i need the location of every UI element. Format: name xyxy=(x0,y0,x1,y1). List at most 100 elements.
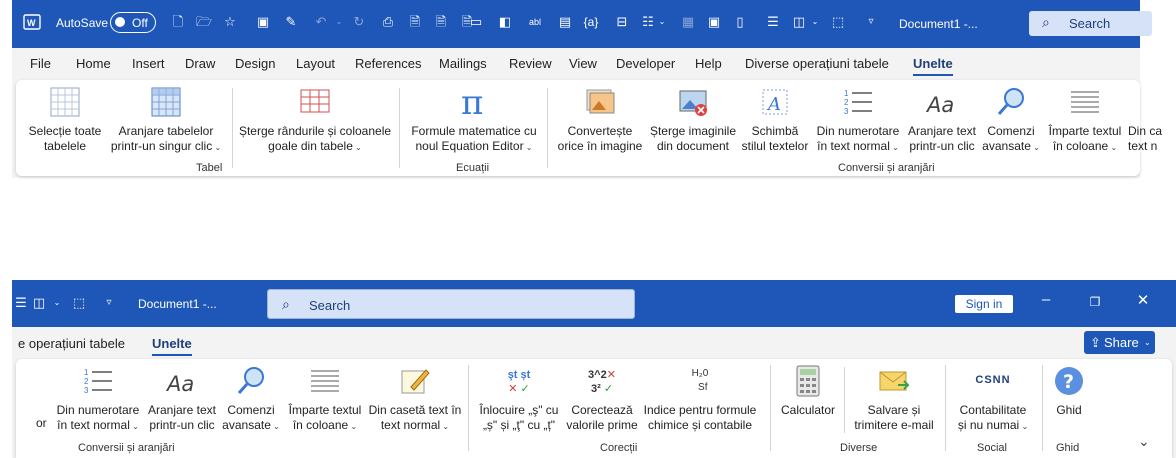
arrange-tables-button[interactable]: Aranjare tabelelor printr-un singur clic … xyxy=(108,86,224,155)
arrange-text-button[interactable]: Aa Aranjare text printr-un clic xyxy=(904,86,980,154)
chemical-index-button[interactable]: H₂0 Sf Indice pentru formule chimice și c… xyxy=(640,365,760,433)
svg-text:2: 2 xyxy=(84,377,89,386)
restore-icon[interactable]: ❐ xyxy=(1085,295,1105,309)
guide-button[interactable]: ? Ghid xyxy=(1046,365,1092,418)
tab-insert[interactable]: Insert xyxy=(132,56,165,71)
save-as-icon[interactable]: ✎ xyxy=(282,13,300,31)
group-label-conversii: Conversii și aranjări xyxy=(78,442,175,454)
numbering-to-text-button[interactable]: 123 Din numerotare în text normal ⌄ xyxy=(52,365,144,434)
svg-text:3: 3 xyxy=(84,386,89,395)
save-send-email-button[interactable]: Salvare și trimitere e-mail xyxy=(848,365,940,433)
word-art-icon[interactable]: ◧ xyxy=(496,13,514,31)
form-icon[interactable]: ▣ xyxy=(705,13,723,31)
tab-mailings[interactable]: Mailings xyxy=(439,56,487,71)
list-icon[interactable]: ☰ xyxy=(12,294,30,312)
customize-qat-icon[interactable]: ▿ xyxy=(862,13,880,31)
math-formulas-button[interactable]: π Formule matematice cu noul Equation Edi… xyxy=(404,86,544,155)
screen-select-icon[interactable]: ⬚ xyxy=(70,294,88,312)
folder-icon[interactable]: ▭ xyxy=(467,13,485,31)
customize-qat-icon[interactable]: ▿ xyxy=(100,294,118,312)
toggle-knob xyxy=(115,17,125,27)
chevron-down-icon: ⌄ xyxy=(1108,143,1118,152)
grid-icon[interactable]: ▦ xyxy=(679,13,697,31)
split-columns-button[interactable]: Împarte textul în coloane ⌄ xyxy=(1042,86,1128,155)
group-label-corectii: Corecții xyxy=(600,442,638,454)
search-box-top[interactable]: ⌕ Search xyxy=(1029,11,1152,36)
tab-file[interactable]: File xyxy=(30,56,51,71)
text-font-icon: Aa xyxy=(166,372,194,396)
delete-empty-rows-button[interactable]: Șterge rândurile și coloanele goale din t… xyxy=(236,86,394,155)
spelling-dropdown-icon[interactable]: ⌄ xyxy=(653,13,671,31)
tab-layout[interactable]: Layout xyxy=(296,56,335,71)
autosave-label: AutoSave xyxy=(56,16,109,30)
new-document-icon[interactable]: 🗋 xyxy=(169,13,187,31)
columns-dropdown-icon[interactable]: ⌄ xyxy=(806,13,824,31)
advanced-commands-button[interactable]: Comenzi avansate ⌄ xyxy=(220,365,282,434)
ribbon-panel-bottom: or 123 Din numerotare în text normal ⌄ Aa… xyxy=(16,359,1172,458)
list-icon[interactable]: ☰ xyxy=(764,13,782,31)
text-field-icon[interactable]: abl xyxy=(526,13,544,31)
page-icon[interactable]: ▯ xyxy=(731,13,749,31)
tab-help[interactable]: Help xyxy=(695,56,722,71)
favorites-icon[interactable]: ☆ xyxy=(221,13,239,31)
numbering-to-text-button[interactable]: 123 Din numerotare în text normal ⌄ xyxy=(812,86,904,155)
delete-images-button[interactable]: Șterge imaginile din document xyxy=(648,86,738,154)
convert-to-image-button[interactable]: Convertește orice în imagine xyxy=(552,86,648,154)
autosave-toggle[interactable]: Off xyxy=(110,12,156,33)
select-all-tables-button[interactable]: Selecție toate tabelele xyxy=(22,86,108,154)
print-preview-icon[interactable]: ⎙ xyxy=(379,13,397,31)
advanced-commands-button[interactable]: Comenzi avansate ⌄ xyxy=(980,86,1042,155)
tab-review[interactable]: Review xyxy=(509,56,552,71)
textbox-to-text-button[interactable]: Din casetă text în text normal ⌄ xyxy=(368,365,462,434)
screen-select-icon[interactable]: ⬚ xyxy=(829,13,847,31)
document-title: Document1 -... xyxy=(138,297,217,311)
minimize-icon[interactable]: – xyxy=(1036,291,1056,308)
tab-draw[interactable]: Draw xyxy=(185,56,215,71)
svg-text:1: 1 xyxy=(844,89,849,98)
svg-text:Aa: Aa xyxy=(166,372,194,396)
tab-unelte[interactable]: Unelte xyxy=(913,56,953,76)
tab-view[interactable]: View xyxy=(569,56,597,71)
tab-developer[interactable]: Developer xyxy=(616,56,675,71)
tab-unelte[interactable]: Unelte xyxy=(152,336,192,356)
undo-dropdown-icon[interactable]: ⌄ xyxy=(330,13,348,31)
group-separator xyxy=(1042,365,1043,451)
group-label-social: Social xyxy=(977,442,1007,454)
numbered-list-icon: 123 xyxy=(844,89,872,116)
chevron-down-icon: ⌄ xyxy=(352,143,362,152)
replace-diacritics-button[interactable]: şt șt ✕ ✓ Înlocuire „ş" cu „ș" și „ţ" cu „… xyxy=(474,365,564,433)
correct-primes-button[interactable]: 3^2✕ 3² ✓ Corectează valorile prime xyxy=(564,365,640,433)
group-separator xyxy=(399,88,400,168)
open-folder-icon[interactable]: 🗁 xyxy=(195,13,213,31)
close-icon[interactable]: ✕ xyxy=(1133,291,1153,309)
split-columns-button[interactable]: Împarte textul în coloane ⌄ xyxy=(282,365,368,434)
redo-icon[interactable]: ↻ xyxy=(350,13,368,31)
calculator-button[interactable]: Calculator xyxy=(776,365,840,418)
document-icon[interactable]: 🗎 xyxy=(406,13,424,31)
textbox-to-text-button-cut[interactable]: Din ca text n xyxy=(1128,124,1168,154)
arrange-text-button[interactable]: Aa Aranjare text printr-un clic xyxy=(144,365,220,433)
document-edit-icon[interactable]: 🗎 xyxy=(432,13,450,31)
sign-in-button[interactable]: Sign in xyxy=(955,295,1013,313)
tab-references[interactable]: References xyxy=(355,56,421,71)
chevron-down-icon: ⌄ xyxy=(270,422,280,431)
tab-home[interactable]: Home xyxy=(76,56,111,71)
change-text-style-button[interactable]: A Schimbă stilul textelor xyxy=(738,86,812,154)
table-icon[interactable]: ▤ xyxy=(556,13,574,31)
tab-diverse[interactable]: Diverse operațiuni tabele xyxy=(745,56,889,71)
columns-text-icon xyxy=(1071,91,1099,113)
ruler-icon[interactable]: ⊟ xyxy=(613,13,631,31)
collapse-ribbon-icon[interactable]: ⌄ xyxy=(1138,433,1150,450)
share-button[interactable]: ⇪ Share ⌄ xyxy=(1084,331,1155,354)
save-icon[interactable]: ▣ xyxy=(254,13,272,31)
columns-dropdown-icon[interactable]: ⌄ xyxy=(48,294,66,312)
undo-icon[interactable]: ↶ xyxy=(312,13,330,31)
columns-icon[interactable]: ◫ xyxy=(30,294,48,312)
tab-diverse-partial[interactable]: e operațiuni tabele xyxy=(18,336,125,351)
equation-braces-icon[interactable]: {a} xyxy=(582,13,600,31)
search-box-bottom[interactable]: ⌕ Search xyxy=(267,289,635,319)
search-placeholder: Search xyxy=(1069,16,1111,31)
group-separator xyxy=(945,365,946,451)
accounting-button[interactable]: CSNN Contabilitate și nu numai ⌄ xyxy=(950,365,1036,434)
tab-design[interactable]: Design xyxy=(235,56,275,71)
